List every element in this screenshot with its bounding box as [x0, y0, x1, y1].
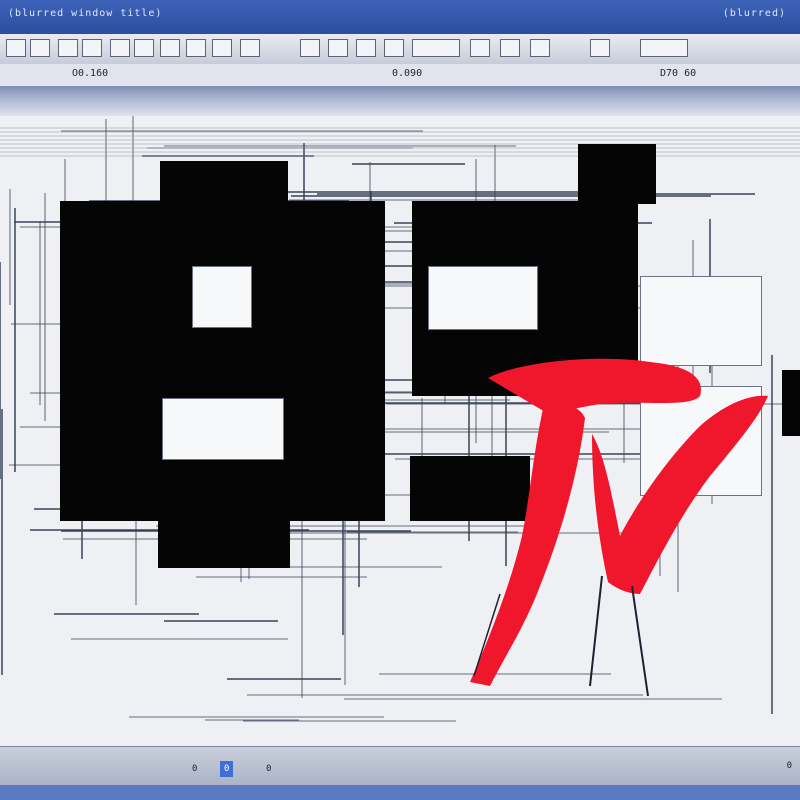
status-bar: 0 0 0 0: [0, 746, 800, 800]
window-title-right: (blurred): [722, 8, 786, 19]
toolbar-button[interactable]: [82, 39, 102, 57]
formula-value[interactable]: 0.090: [392, 68, 422, 79]
toolbar-button[interactable]: [328, 39, 348, 57]
red-stroke-v: [592, 395, 768, 594]
toolbar-button[interactable]: [590, 39, 610, 57]
toolbar-button[interactable]: [300, 39, 320, 57]
toolbar-button[interactable]: [212, 39, 232, 57]
toolbar: [0, 34, 800, 65]
title-bar: (blurred window title) (blurred): [0, 0, 800, 34]
toolbar-button[interactable]: [58, 39, 78, 57]
toolbar-button[interactable]: [110, 39, 130, 57]
toolbar-button[interactable]: [412, 39, 460, 57]
toolbar-button[interactable]: [240, 39, 260, 57]
toolbar-button[interactable]: [530, 39, 550, 57]
toolbar-button[interactable]: [356, 39, 376, 57]
drawing-canvas[interactable]: [0, 116, 800, 746]
red-brush-mark: [470, 358, 768, 697]
sheet-tab-active[interactable]: 0: [220, 761, 234, 777]
toolbar-button[interactable]: [134, 39, 154, 57]
ruler-band: [0, 86, 800, 116]
window-title: (blurred window title): [8, 8, 163, 19]
status-readout: 0: [786, 761, 792, 771]
cell-reference[interactable]: O0.160: [72, 68, 108, 79]
sheet-tab[interactable]: 0: [262, 761, 275, 777]
toolbar-button[interactable]: [470, 39, 490, 57]
toolbar-button[interactable]: [186, 39, 206, 57]
sheet-tab[interactable]: 0: [188, 761, 201, 777]
formula-info: D70 60: [660, 68, 697, 79]
toolbar-button[interactable]: [30, 39, 50, 57]
formula-bar: O0.160 0.090 D70 60: [0, 64, 800, 87]
toolbar-button[interactable]: [160, 39, 180, 57]
red-stroke-top: [488, 358, 701, 416]
app-window: (blurred window title) (blurred) O0.160 …: [0, 0, 800, 800]
taskbar-strip: [0, 785, 800, 800]
toolbar-button[interactable]: [384, 39, 404, 57]
red-stroke-stem: [470, 400, 585, 686]
toolbar-button[interactable]: [6, 39, 26, 57]
toolbar-button[interactable]: [500, 39, 520, 57]
toolbar-button[interactable]: [640, 39, 688, 57]
